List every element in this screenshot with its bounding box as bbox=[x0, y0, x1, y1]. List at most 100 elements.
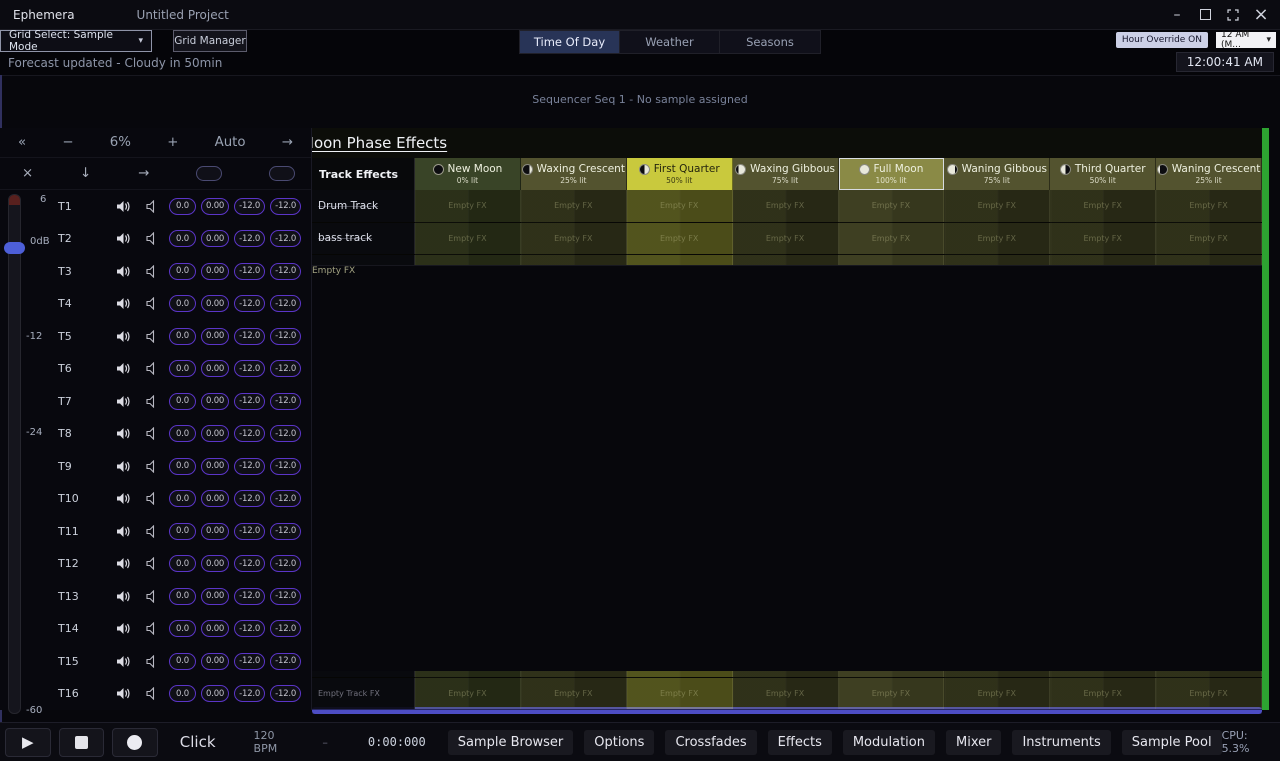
pan-value[interactable]: 0.00 bbox=[201, 588, 229, 605]
volume-value[interactable]: 0.0 bbox=[169, 198, 196, 215]
pan-value[interactable]: 0.00 bbox=[201, 263, 229, 280]
send-b-value[interactable]: -12.0 bbox=[270, 685, 301, 702]
pan-value[interactable]: 0.00 bbox=[201, 685, 229, 702]
volume-value[interactable]: 0.0 bbox=[169, 523, 196, 540]
pan-value[interactable]: 0.00 bbox=[201, 295, 229, 312]
close-icon[interactable]: × bbox=[1250, 4, 1272, 26]
volume-value[interactable]: 0.0 bbox=[169, 555, 196, 572]
pan-value[interactable]: 0.00 bbox=[201, 490, 229, 507]
send-b-value[interactable]: -12.0 bbox=[270, 490, 301, 507]
send-a-value[interactable]: -12.0 bbox=[234, 685, 265, 702]
close-tool-icon[interactable]: × bbox=[22, 166, 33, 181]
volume-value[interactable]: 0.0 bbox=[169, 620, 196, 637]
effect-cell[interactable]: Empty FX Empty FX bbox=[733, 223, 839, 255]
send-b-value[interactable]: -12.0 bbox=[270, 588, 301, 605]
speaker-mute-icon[interactable] bbox=[140, 227, 164, 251]
phase-header-first-quarter[interactable]: First Quarter 50% lit bbox=[627, 158, 733, 190]
send-b-value[interactable]: -12.0 bbox=[270, 198, 301, 215]
speaker-on-icon[interactable] bbox=[111, 259, 135, 283]
send-b-value[interactable]: -12.0 bbox=[270, 523, 301, 540]
speaker-mute-icon[interactable] bbox=[140, 324, 164, 348]
scroll-left-button[interactable]: « bbox=[18, 135, 26, 150]
effect-cell[interactable]: Empty FX Empty FX bbox=[1156, 223, 1262, 255]
speaker-on-icon[interactable] bbox=[111, 357, 135, 381]
pan-value[interactable]: 0.00 bbox=[201, 360, 229, 377]
volume-value[interactable]: 0.0 bbox=[169, 393, 196, 410]
effect-cell[interactable]: Empty FX Empty FX bbox=[1156, 678, 1262, 710]
effect-cell[interactable]: Empty FX Empty FX bbox=[1156, 190, 1262, 222]
tab-time-of-day[interactable]: Time Of Day bbox=[520, 31, 620, 53]
effect-cell[interactable]: Empty FX Empty FX bbox=[415, 678, 521, 710]
send-b-value[interactable]: -12.0 bbox=[270, 263, 301, 280]
tab-weather[interactable]: Weather bbox=[620, 31, 720, 53]
volume-value[interactable]: 0.0 bbox=[169, 425, 196, 442]
speaker-on-icon[interactable] bbox=[111, 292, 135, 316]
panel-button-effects[interactable]: Effects bbox=[768, 730, 832, 755]
effect-cell[interactable]: Empty FX Empty FX bbox=[521, 223, 627, 255]
volume-value[interactable]: 0.0 bbox=[169, 360, 196, 377]
effect-cell[interactable]: Empty FX Empty FX bbox=[944, 190, 1050, 222]
send-b-value[interactable]: -12.0 bbox=[270, 295, 301, 312]
panel-button-sample-browser[interactable]: Sample Browser bbox=[448, 730, 574, 755]
send-b-value[interactable]: -12.0 bbox=[270, 328, 301, 345]
effect-cell[interactable]: Empty FX Empty FX bbox=[521, 190, 627, 222]
volume-value[interactable]: 0.0 bbox=[169, 685, 196, 702]
phase-header-third-quarter[interactable]: Third Quarter 50% lit bbox=[1050, 158, 1156, 190]
pan-value[interactable]: 0.00 bbox=[201, 198, 229, 215]
send-a-value[interactable]: -12.0 bbox=[234, 458, 265, 475]
grid-manager-button[interactable]: Grid Manager bbox=[173, 30, 247, 52]
speaker-on-icon[interactable] bbox=[111, 617, 135, 641]
record-button[interactable] bbox=[112, 728, 158, 757]
bpm-display[interactable]: 120 BPM bbox=[254, 729, 293, 755]
volume-value[interactable]: 0.0 bbox=[169, 588, 196, 605]
send-a-value[interactable]: -12.0 bbox=[234, 295, 265, 312]
speaker-on-icon[interactable] bbox=[111, 682, 135, 706]
stop-button[interactable] bbox=[59, 728, 105, 757]
speaker-on-icon[interactable] bbox=[111, 584, 135, 608]
play-button[interactable]: ▶ bbox=[5, 728, 51, 757]
pan-value[interactable]: 0.00 bbox=[201, 555, 229, 572]
send-a-value[interactable]: -12.0 bbox=[234, 490, 265, 507]
hour-override-button[interactable]: Hour Override ON bbox=[1116, 32, 1208, 48]
effect-cell[interactable]: Empty FX Empty FX bbox=[627, 223, 733, 255]
send-a-value[interactable]: -12.0 bbox=[234, 360, 265, 377]
down-arrow-icon[interactable]: ↓ bbox=[80, 166, 91, 181]
send-b-value[interactable]: -12.0 bbox=[270, 425, 301, 442]
effect-cell[interactable]: Empty FX Empty FX bbox=[733, 678, 839, 710]
volume-value[interactable]: 0.0 bbox=[169, 490, 196, 507]
send-a-value[interactable]: -12.0 bbox=[234, 555, 265, 572]
volume-value[interactable]: 0.0 bbox=[169, 328, 196, 345]
effect-cell[interactable]: Empty FX Empty FX bbox=[1050, 190, 1156, 222]
maximize-icon[interactable] bbox=[1194, 4, 1216, 26]
effect-cell[interactable]: Empty FX Empty FX bbox=[839, 678, 945, 710]
speaker-on-icon[interactable] bbox=[111, 519, 135, 543]
effect-cell[interactable]: Empty FX Empty FX bbox=[944, 678, 1050, 710]
speaker-on-icon[interactable] bbox=[111, 649, 135, 673]
speaker-on-icon[interactable] bbox=[111, 487, 135, 511]
send-a-value[interactable]: -12.0 bbox=[234, 263, 265, 280]
phase-header-waxing-crescent[interactable]: Waxing Crescent 25% lit bbox=[521, 158, 627, 190]
effect-cell[interactable]: Empty FX Empty FX bbox=[1050, 678, 1156, 710]
volume-value[interactable]: 0.0 bbox=[169, 230, 196, 247]
tool-pill-1[interactable] bbox=[196, 166, 222, 181]
effect-cell[interactable]: Empty FX Empty FX bbox=[944, 223, 1050, 255]
panel-button-mixer[interactable]: Mixer bbox=[946, 730, 1001, 755]
speaker-mute-icon[interactable] bbox=[140, 552, 164, 576]
tool-pill-2[interactable] bbox=[269, 166, 295, 181]
pan-value[interactable]: 0.00 bbox=[201, 393, 229, 410]
panel-button-sample-pool[interactable]: Sample Pool bbox=[1122, 730, 1222, 755]
speaker-on-icon[interactable] bbox=[111, 552, 135, 576]
speaker-on-icon[interactable] bbox=[111, 227, 135, 251]
speaker-mute-icon[interactable] bbox=[140, 617, 164, 641]
send-a-value[interactable]: -12.0 bbox=[234, 328, 265, 345]
speaker-on-icon[interactable] bbox=[111, 454, 135, 478]
send-a-value[interactable]: -12.0 bbox=[234, 230, 265, 247]
effect-cell[interactable]: Empty FX Empty FX bbox=[627, 190, 733, 222]
speaker-mute-icon[interactable] bbox=[140, 487, 164, 511]
scroll-right-button[interactable]: → bbox=[282, 135, 293, 150]
speaker-mute-icon[interactable] bbox=[140, 649, 164, 673]
send-a-value[interactable]: -12.0 bbox=[234, 425, 265, 442]
phase-header-waning-crescent[interactable]: Waning Crescent 25% lit bbox=[1156, 158, 1262, 190]
speaker-mute-icon[interactable] bbox=[140, 259, 164, 283]
effect-track-name[interactable]: Empty Track FX bbox=[312, 678, 415, 710]
